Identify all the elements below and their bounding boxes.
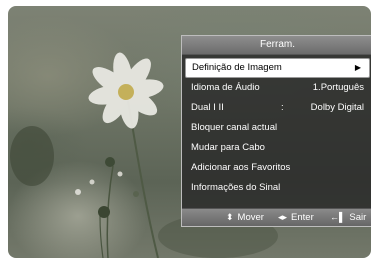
move-hint: ⬍ Mover — [226, 209, 264, 226]
move-hint-label: Mover — [237, 212, 264, 223]
exit-hint: ←▌ Sair — [330, 209, 366, 226]
menu-item-label: Dual I II — [191, 102, 224, 113]
exit-hint-label: Sair — [349, 212, 367, 223]
menu-item-label: Idioma de Áudio — [191, 82, 260, 93]
menu-item-picture-settings[interactable]: Definição de Imagem ▶ — [185, 58, 370, 78]
left-right-arrow-icon: ◂▸ — [278, 212, 288, 222]
menu-item-dual[interactable]: Dual I II : Dolby Digital — [185, 98, 370, 118]
menu-item-label: Mudar para Cabo — [191, 142, 265, 153]
menu-item-switch-to-cable[interactable]: Mudar para Cabo — [185, 138, 370, 158]
tools-menu-panel: Ferram. Definição de Imagem ▶ Idioma de … — [181, 35, 371, 227]
enter-hint-label: Enter — [291, 212, 314, 223]
menu-item-separator: : — [281, 102, 284, 113]
chevron-right-icon: ▶ — [354, 63, 361, 72]
tv-screen: Ferram. Definição de Imagem ▶ Idioma de … — [8, 6, 371, 258]
menu-item-add-to-favorites[interactable]: Adicionar aos Favoritos — [185, 158, 370, 178]
menu-item-label: Informações do Sinal — [191, 182, 281, 193]
menu-footer-hints: ⬍ Mover ◂▸ Enter ←▌ Sair — [182, 208, 371, 226]
menu-item-audio-language[interactable]: Idioma de Áudio 1.Português — [185, 78, 370, 98]
up-down-arrow-icon: ⬍ — [226, 212, 234, 222]
menu-item-label: Adicionar aos Favoritos — [191, 162, 291, 173]
exit-icon: ←▌ — [330, 212, 346, 222]
menu-item-label: Definição de Imagem — [192, 62, 282, 73]
menu-item-label: Bloquer canal actual — [191, 122, 278, 133]
menu-item-lock-channel[interactable]: Bloquer canal actual — [185, 118, 370, 138]
enter-hint: ◂▸ Enter — [278, 209, 314, 226]
menu-title: Ferram. — [182, 36, 371, 55]
menu-item-value: Dolby Digital — [310, 102, 364, 113]
menu-item-value: 1.Português — [312, 82, 364, 93]
menu-list: Definição de Imagem ▶ Idioma de Áudio 1.… — [182, 55, 371, 198]
menu-item-signal-info[interactable]: Informações do Sinal — [185, 178, 370, 198]
